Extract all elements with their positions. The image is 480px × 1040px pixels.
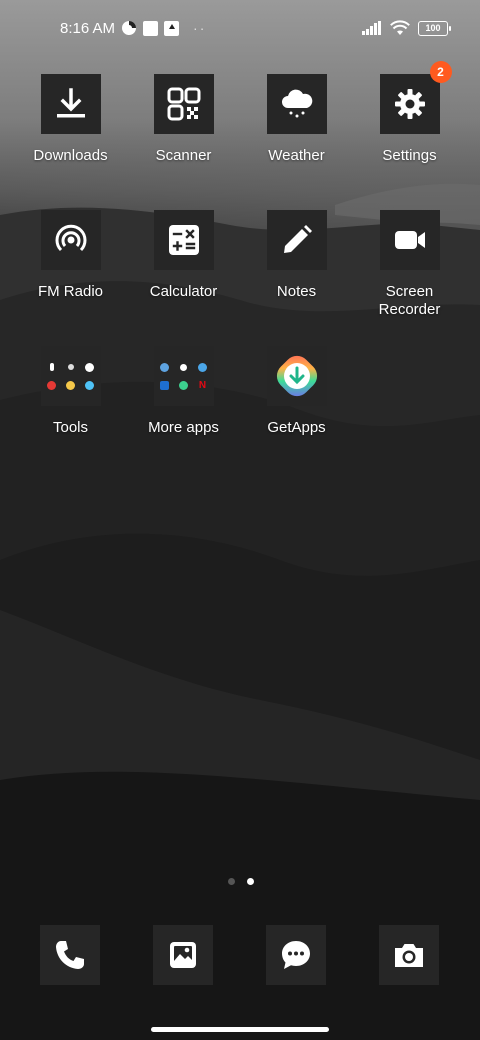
app-mini-icon	[179, 380, 188, 390]
app-label: Calculator	[149, 283, 218, 300]
app-label: FM Radio	[37, 283, 104, 300]
app-screen-recorder[interactable]: Screen Recorder	[353, 210, 466, 319]
gallery-icon	[170, 942, 196, 968]
scanner-tile[interactable]	[153, 74, 214, 134]
battery-level: 100	[425, 23, 441, 33]
app-label: More apps	[148, 419, 219, 436]
app-settings[interactable]: 2 Settings	[353, 61, 466, 165]
app-label: Scanner	[155, 147, 212, 164]
video-camera-icon	[394, 231, 425, 249]
netflix-mini-icon: N	[198, 379, 207, 391]
status-time: 8:16 AM	[60, 19, 116, 37]
app-label: Settings	[382, 147, 437, 164]
app-weather[interactable]: Weather	[240, 74, 353, 165]
app-label: Weather	[268, 147, 325, 164]
weather-tile[interactable]	[266, 74, 327, 134]
recorder-mini-icon	[47, 380, 56, 390]
browser-mini-icon	[160, 362, 169, 372]
status-bar: 8:16 AM ·· 100	[0, 0, 480, 56]
facebook-mini-icon	[180, 363, 187, 371]
folder-icon: N	[159, 361, 209, 391]
page-dot[interactable]	[228, 878, 235, 885]
getapps-tile[interactable]	[266, 346, 327, 406]
phone-icon	[56, 941, 84, 969]
gear-icon	[394, 89, 425, 119]
folder-tools[interactable]: Tools	[14, 346, 127, 437]
tools-folder-tile[interactable]	[40, 346, 101, 406]
more-notifications-icon: ··	[193, 20, 207, 36]
dock-phone[interactable]	[40, 925, 100, 985]
app-label: Notes	[276, 283, 317, 300]
weather-cloud-icon	[281, 89, 312, 118]
app-notes[interactable]: Notes	[240, 210, 353, 301]
folder-icon	[46, 361, 96, 391]
app-downloads[interactable]: Downloads	[14, 74, 127, 165]
app-label: Screen Recorder	[378, 283, 441, 318]
calculator-icon	[168, 225, 199, 255]
app-label: Tools	[52, 419, 89, 436]
wifi-icon	[390, 20, 410, 35]
home-indicator[interactable]	[151, 1027, 329, 1032]
app-calculator[interactable]: Calculator	[127, 210, 240, 301]
download-icon	[56, 88, 85, 118]
dock-messages[interactable]	[266, 925, 326, 985]
qr-scanner-icon	[167, 87, 200, 121]
battery-icon: 100	[418, 20, 451, 36]
linkedin-mini-icon	[160, 380, 169, 390]
getapps-icon	[276, 355, 317, 397]
page-dot-active[interactable]	[247, 878, 254, 885]
data-saver-icon	[122, 21, 137, 35]
signal-icon	[362, 21, 381, 35]
notes-tile[interactable]	[266, 210, 327, 270]
messages-icon	[282, 941, 310, 969]
fm-radio-tile[interactable]	[40, 210, 101, 270]
folder-more-apps[interactable]: N More apps	[127, 346, 240, 437]
security-mini-icon	[85, 380, 94, 390]
app-label: GetApps	[267, 419, 326, 436]
upload-icon	[164, 20, 180, 36]
dock-gallery[interactable]	[153, 925, 213, 985]
globe-mini-icon	[198, 362, 207, 372]
mic-mini-icon	[49, 363, 54, 371]
app-getapps[interactable]: GetApps	[240, 346, 353, 437]
calculator-tile[interactable]	[153, 210, 214, 270]
settings-tile[interactable]: 2	[379, 61, 452, 134]
app-fm-radio[interactable]: FM Radio	[14, 210, 127, 301]
app-scanner[interactable]: Scanner	[127, 74, 240, 165]
cleaner-mini-icon	[66, 380, 75, 390]
notification-badge: 2	[429, 61, 452, 83]
compass-mini-icon	[85, 362, 94, 372]
downloads-tile[interactable]	[40, 74, 101, 134]
share-mini-icon	[67, 364, 74, 370]
app-label: Downloads	[33, 147, 108, 164]
radio-icon	[55, 224, 86, 252]
page-indicator	[228, 878, 254, 885]
dock-camera[interactable]	[379, 925, 439, 985]
more-apps-folder-tile[interactable]: N	[153, 346, 214, 406]
pencil-icon	[283, 225, 312, 253]
camera-icon	[395, 944, 423, 967]
notification-square-icon	[143, 20, 159, 36]
screen-recorder-tile[interactable]	[379, 210, 440, 270]
